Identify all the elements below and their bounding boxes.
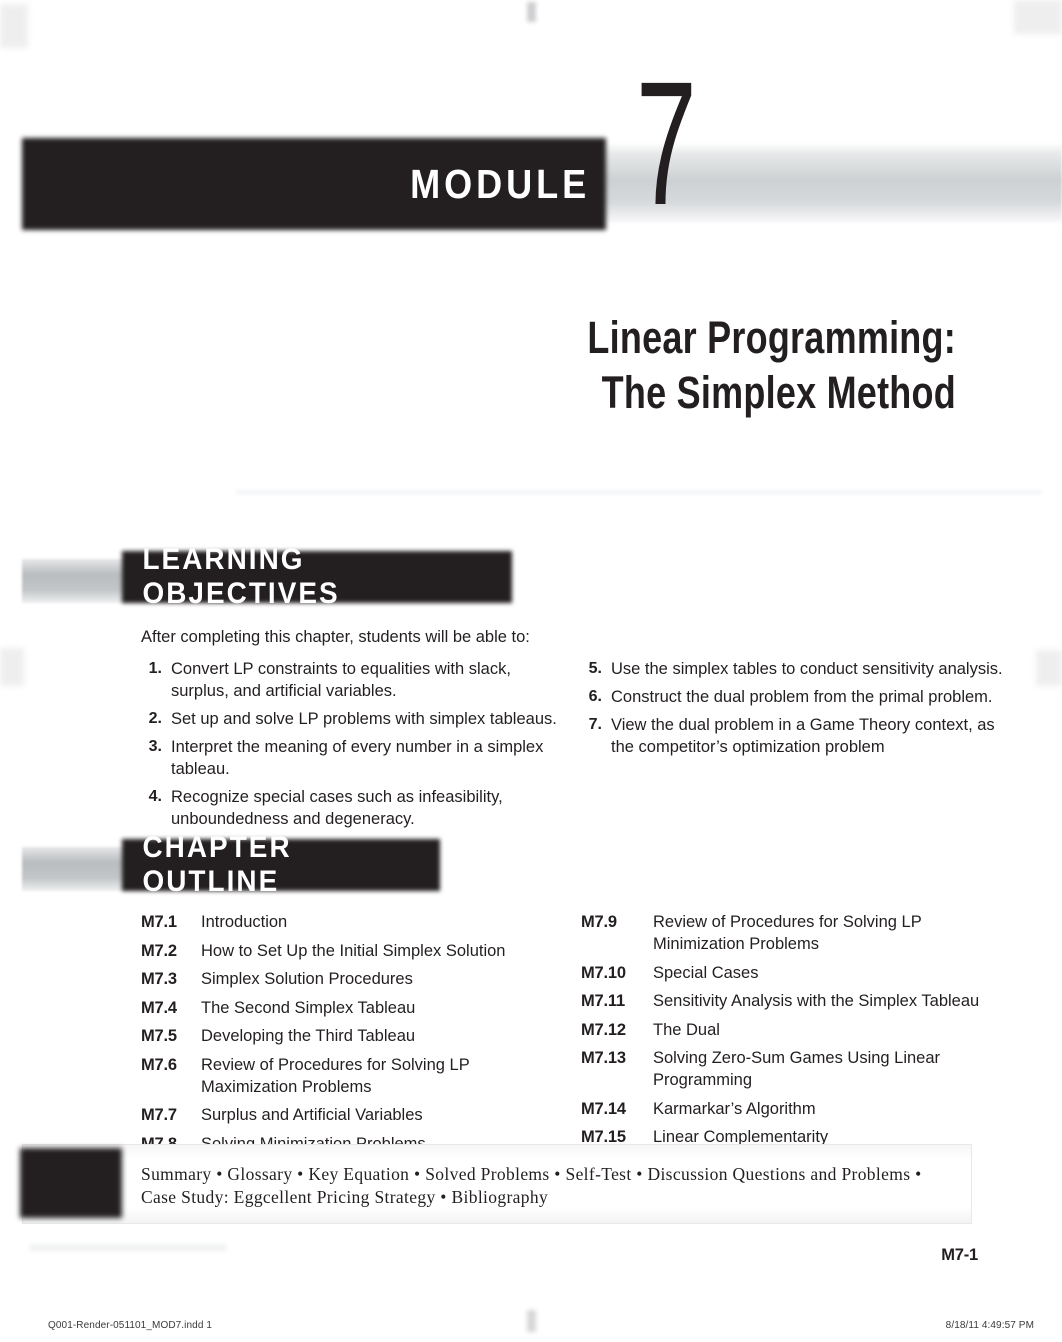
outline-section-number: M7.2 [141,941,177,960]
learning-objectives-title: LEARNING OBJECTIVES [142,543,340,610]
chapter-outline-header: CHAPTER OUTLINE [22,831,522,898]
objective-number: 1. [148,660,162,677]
page-title-line-1: Linear Programming: [587,312,956,363]
outline-section-title: Surplus and Artificial Variables [201,1106,423,1124]
outline-section-number: M7.14 [581,1099,626,1118]
outline-section-title: Special Cases [653,963,759,982]
objective-number: 7. [588,716,602,733]
summary-box-text: Summary • Glossary • Key Equation • Solv… [141,1163,961,1209]
page-title: Linear Programming: The Simplex Method [287,310,956,420]
chapter-outline-title: CHAPTER OUTLINE [142,831,292,898]
footer-timestamp: 8/18/11 4:49:57 PM [945,1320,1034,1331]
outline-section-number: M7.3 [141,970,177,988]
objective-number: 2. [148,710,162,727]
list-item: 4. Recognize special cases such as infeas… [141,786,561,830]
scan-artifact-footer-strip [30,1244,226,1251]
module-banner: MODULE [0,138,1062,230]
list-item: M7.5 Developing the Third Tableau [141,1025,561,1047]
objective-text: Recognize special cases such as infeasib… [171,788,503,828]
objective-text: Interpret the meaning of every number in… [171,738,544,778]
list-item: 1. Convert LP constraints to equalities w… [141,658,561,702]
list-item: 3. Interpret the meaning of every number … [141,736,561,780]
learning-objectives-list-left: 1. Convert LP constraints to equalities w… [141,658,561,830]
scan-artifact-mid-left [0,648,24,686]
scan-artifact-mid-right [1036,650,1062,686]
list-item: M7.2 How to Set Up the Initial Simplex So… [141,940,561,962]
chapter-outline-column-right: M7.9 Review of Procedures for Solving LP … [581,911,1011,1161]
list-item: M7.1 Introduction [141,911,561,933]
list-item: M7.11 Sensitivity Analysis with the Simpl… [581,990,1011,1012]
chapter-outline-columns: M7.1 Introduction M7.2 How to Set Up the In… [141,911,1031,1161]
objective-number: 5. [588,660,602,677]
objective-number: 3. [148,738,162,755]
outline-section-number: M7.1 [141,913,177,931]
list-item: M7.6 Review of Procedures for Solving LP … [141,1054,561,1098]
chapter-outline-list-left: M7.1 Introduction M7.2 How to Set Up the In… [141,911,561,1155]
page-number: M7-1 [941,1246,978,1264]
crop-mark-bottom [527,1310,536,1332]
summary-line-2: Case Study: Eggcellent Pricing Strategy … [141,1187,549,1207]
list-item: 2. Set up and solve LP problems with simp… [141,708,561,730]
outline-section-title: Review of Procedures for Solving LP Maxi… [201,1055,470,1096]
learning-objectives-column-right: 5. Use the simplex tables to conduct sens… [581,658,1011,836]
objective-text: Construct the dual problem from the prim… [611,688,993,706]
footer-filename: Q001-Render-051101_MOD7.indd 1 [48,1320,213,1331]
objective-text: Set up and solve LP problems with simple… [171,710,557,728]
outline-section-number: M7.5 [141,1027,177,1045]
outline-section-number: M7.6 [141,1055,177,1074]
objective-number: 4. [148,788,162,805]
learning-objectives-header: LEARNING OBJECTIVES [22,543,522,610]
scan-artifact-top-right [1014,0,1062,34]
list-item: 5. Use the simplex tables to conduct sens… [581,658,1011,680]
list-item: M7.13 Solving Zero-Sum Games Using Linear… [581,1047,1011,1091]
learning-objectives-list-right: 5. Use the simplex tables to conduct sens… [581,658,1011,758]
scan-artifact-top-left [0,4,28,48]
outline-section-number: M7.12 [581,1020,626,1039]
objective-text: Convert LP constraints to equalities wit… [171,660,511,700]
crop-mark-top [527,2,536,22]
objective-text: Use the simplex tables to conduct sensit… [611,660,1003,678]
list-item: M7.4 The Second Simplex Tableau [141,997,561,1019]
outline-section-title: The Second Simplex Tableau [201,998,416,1017]
objective-number: 6. [588,688,602,705]
chapter-outline-list-right: M7.9 Review of Procedures for Solving LP … [581,911,1011,1148]
outline-section-title: Solving Zero-Sum Games Using Linear Prog… [653,1049,941,1089]
objective-text: View the dual problem in a Game Theory c… [611,716,995,756]
outline-section-number: M7.9 [581,913,617,931]
outline-section-title: Review of Procedures for Solving LP Mini… [653,913,922,953]
list-item: M7.10 Special Cases [581,962,1011,984]
list-item: M7.9 Review of Procedures for Solving LP … [581,911,1011,955]
outline-section-title: How to Set Up the Initial Simplex Soluti… [201,941,506,960]
outline-section-title: Sensitivity Analysis with the Simplex Ta… [653,992,980,1010]
module-number: 7 [636,46,697,242]
outline-section-number: M7.10 [581,963,626,982]
list-item: 6. Construct the dual problem from the pr… [581,686,1011,708]
list-item: M7.7 Surplus and Artificial Variables [141,1104,561,1126]
chapter-outline-column-left: M7.1 Introduction M7.2 How to Set Up the In… [141,911,561,1161]
list-item: 7. View the dual problem in a Game Theory… [581,714,1011,758]
summary-box-swatch [20,1148,122,1218]
list-item: M7.3 Simplex Solution Procedures [141,968,561,990]
outline-section-number: M7.11 [581,992,625,1010]
outline-section-number: M7.7 [141,1106,177,1124]
outline-section-number: M7.4 [141,998,177,1017]
summary-line-1: Summary • Glossary • Key Equation • Solv… [141,1164,922,1184]
outline-section-title: The Dual [653,1020,720,1039]
learning-objectives-column-left: 1. Convert LP constraints to equalities w… [141,658,561,836]
page-title-line-2: The Simplex Method [601,367,956,418]
module-label: MODULE [410,160,591,207]
outline-section-title: Karmarkar’s Algorithm [653,1099,816,1118]
outline-section-title: Simplex Solution Procedures [201,970,413,988]
outline-section-number: M7.13 [581,1049,626,1067]
learning-objectives-columns: 1. Convert LP constraints to equalities w… [141,658,1031,836]
outline-section-title: Developing the Third Tableau [201,1027,416,1045]
list-item: M7.14 Karmarkar’s Algorithm [581,1098,1011,1120]
learning-objectives-intro: After completing this chapter, students … [141,628,530,646]
list-item: M7.12 The Dual [581,1019,1011,1041]
outline-section-title: Introduction [201,913,288,931]
title-divider-rule [236,489,1042,495]
